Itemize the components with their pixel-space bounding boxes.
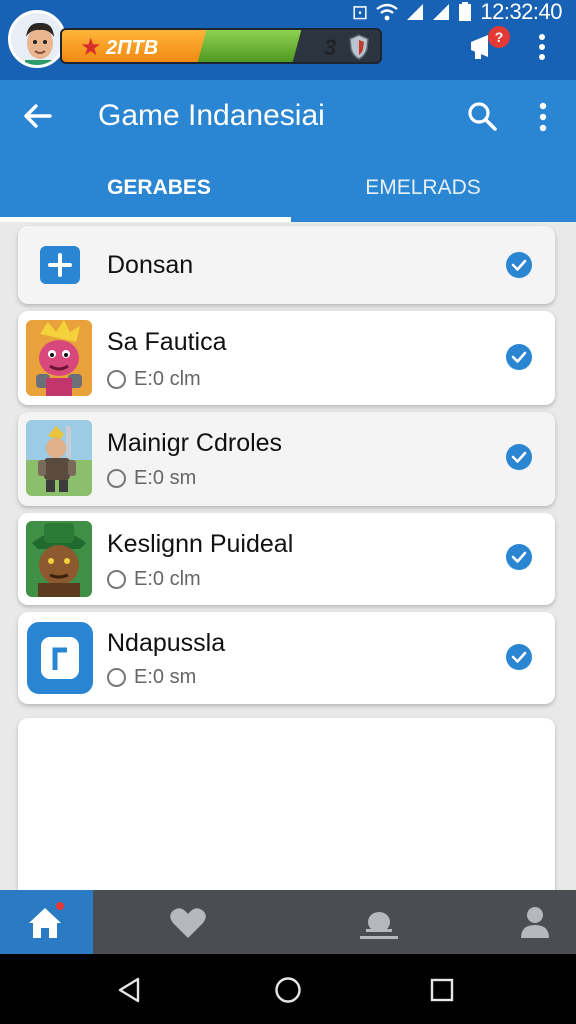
list-header-item[interactable]: Donsan bbox=[18, 226, 555, 304]
nav-home[interactable] bbox=[0, 890, 93, 954]
check-circle-icon[interactable] bbox=[505, 443, 533, 471]
signal-2-icon bbox=[433, 4, 450, 20]
radio-icon[interactable] bbox=[107, 468, 126, 488]
item-title: Ndapussla bbox=[107, 629, 226, 657]
item-meta: E:0 sm bbox=[107, 466, 196, 490]
battery-icon bbox=[459, 2, 472, 21]
level-label: 2ПТВ bbox=[106, 37, 159, 59]
page-title: Game Indanesiai bbox=[98, 99, 325, 132]
blue-square-app-icon bbox=[27, 622, 93, 694]
person-badge-icon[interactable] bbox=[358, 904, 400, 942]
check-circle-icon[interactable] bbox=[505, 343, 533, 371]
item-meta: E:0 clm bbox=[107, 367, 201, 391]
recents-icon[interactable] bbox=[430, 978, 454, 1002]
system-status-icons: ⊡ 12:32:40 bbox=[351, 0, 563, 24]
item-meta: E:0 clm bbox=[107, 567, 201, 591]
home-icon bbox=[29, 902, 64, 938]
item-title: Keslignn Puideal bbox=[107, 530, 294, 558]
search-icon[interactable] bbox=[464, 98, 500, 134]
item-title: Sa Fautica bbox=[107, 328, 227, 356]
warrior-app-icon bbox=[26, 420, 92, 496]
avatar-face-icon bbox=[11, 13, 63, 65]
star-icon: ★ bbox=[80, 34, 102, 61]
header-item-label: Donsan bbox=[107, 251, 194, 279]
player-avatar[interactable] bbox=[8, 10, 66, 68]
wifi-icon bbox=[376, 3, 399, 21]
check-circle-icon[interactable] bbox=[505, 543, 533, 571]
list-item[interactable]: Ndapussla E:0 sm bbox=[18, 612, 555, 704]
list-item[interactable]: Keslignn Puideal E:0 clm bbox=[18, 513, 555, 605]
tab-indicator bbox=[0, 217, 291, 222]
radio-icon[interactable] bbox=[107, 569, 126, 589]
status-bar: ★ 2ПТВ 3 ⊡ 12:32:40 ? bbox=[0, 0, 576, 80]
item-title: Mainigr Cdroles bbox=[107, 429, 283, 457]
home-circle-icon[interactable] bbox=[274, 976, 302, 1004]
level-number: 3 bbox=[324, 35, 337, 60]
tab-gerabes[interactable]: GERABES bbox=[14, 170, 304, 216]
radio-icon[interactable] bbox=[107, 667, 126, 687]
add-icon[interactable] bbox=[40, 246, 80, 284]
more-vert-icon[interactable] bbox=[532, 32, 552, 62]
heart-icon[interactable] bbox=[168, 906, 208, 940]
notification-badge: ? bbox=[488, 26, 510, 48]
sync-icon: ⊡ bbox=[351, 1, 369, 24]
profile-icon[interactable] bbox=[518, 904, 552, 940]
empty-panel bbox=[18, 718, 555, 898]
monster-app-icon bbox=[26, 320, 92, 396]
clock: 12:32:40 bbox=[480, 0, 562, 24]
xp-progress-bar: ★ 2ПТВ 3 bbox=[60, 28, 382, 64]
check-circle-icon[interactable] bbox=[505, 251, 533, 279]
system-nav-bar bbox=[0, 954, 576, 1024]
signal-icon bbox=[407, 4, 424, 20]
check-circle-icon[interactable] bbox=[505, 643, 533, 671]
goblin-app-icon bbox=[26, 521, 92, 597]
more-vert-icon[interactable] bbox=[532, 100, 554, 134]
item-meta: E:0 sm bbox=[107, 665, 196, 689]
tab-emelrads[interactable]: EMELRADS bbox=[278, 170, 568, 216]
radio-icon[interactable] bbox=[107, 369, 126, 389]
back-icon[interactable] bbox=[116, 976, 142, 1004]
bottom-navigation bbox=[0, 890, 576, 954]
app-bar: Game Indanesiai GERABES EMELRADS bbox=[0, 80, 576, 222]
list-item[interactable]: Mainigr Cdroles E:0 sm bbox=[18, 412, 555, 506]
shield-icon bbox=[349, 34, 369, 60]
back-arrow-icon[interactable] bbox=[20, 98, 56, 134]
list-item[interactable]: Sa Fautica E:0 clm bbox=[18, 311, 555, 405]
